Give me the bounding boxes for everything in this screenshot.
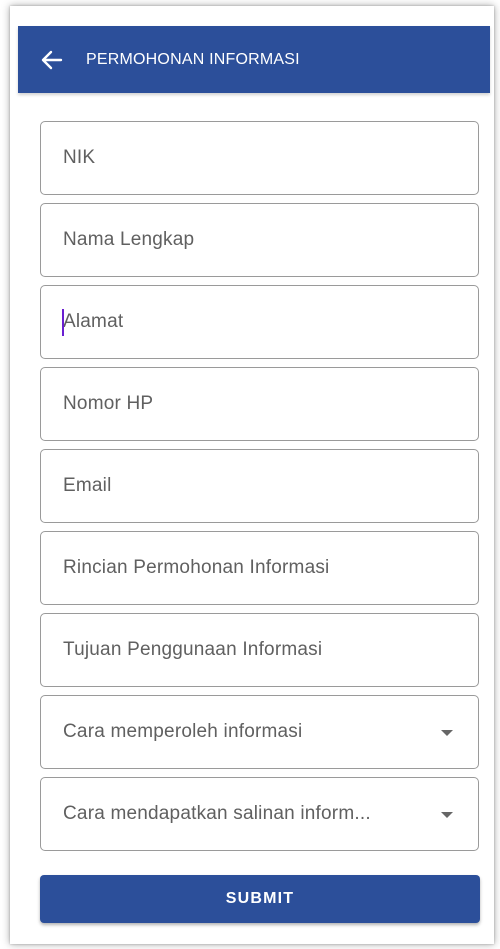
- dropdown-arrow-icon: [441, 812, 453, 818]
- obtain-method-select[interactable]: Cara memperoleh informasi: [40, 695, 479, 769]
- request-details-input[interactable]: [41, 532, 478, 604]
- email-field-container: [40, 449, 479, 523]
- text-caret: [62, 309, 64, 336]
- purpose-field-container: [40, 613, 479, 687]
- email-input[interactable]: [41, 450, 478, 522]
- phone-number-input[interactable]: [41, 368, 478, 440]
- back-arrow-icon[interactable]: [39, 47, 65, 73]
- page-title: PERMOHONAN INFORMASI: [86, 50, 300, 68]
- copy-method-label: Cara mendapatkan salinan inform...: [63, 803, 371, 824]
- phone-field-container: [40, 367, 479, 441]
- details-field-container: [40, 531, 479, 605]
- full-name-input[interactable]: [41, 204, 478, 276]
- address-input[interactable]: [41, 286, 478, 358]
- app-bar: PERMOHONAN INFORMASI: [18, 26, 490, 93]
- usage-purpose-input[interactable]: [41, 614, 478, 686]
- obtain-method-label: Cara memperoleh informasi: [63, 721, 303, 742]
- submit-button[interactable]: SUBMIT: [40, 875, 480, 923]
- nik-field-container: [40, 121, 479, 195]
- nik-input[interactable]: [41, 122, 478, 194]
- nama-field-container: [40, 203, 479, 277]
- request-form: Cara memperoleh informasi Cara mendapatk…: [40, 121, 480, 859]
- alamat-field-container: [40, 285, 479, 359]
- copy-method-select[interactable]: Cara mendapatkan salinan inform...: [40, 777, 479, 851]
- dropdown-arrow-icon: [441, 730, 453, 736]
